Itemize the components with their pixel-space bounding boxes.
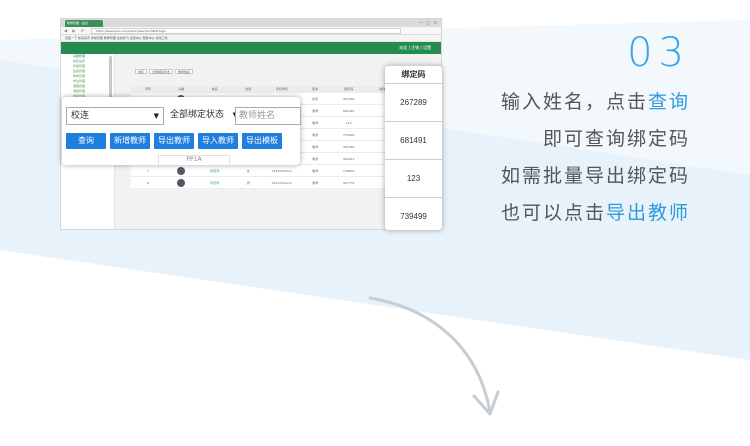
add-teacher-button[interactable]: 新增教师 xyxy=(110,133,150,149)
table-cell-sex: 男 xyxy=(246,181,250,185)
table-cell-duty: 教务 xyxy=(312,133,319,137)
import-teacher-button[interactable]: 导入教师 xyxy=(198,133,238,149)
table-cell-code: 907733 xyxy=(343,181,355,185)
instruction-line-4: 也可以点击导出教师 xyxy=(430,195,690,232)
avatar xyxy=(177,179,186,187)
table-cell-code: 148870 xyxy=(343,169,355,173)
table-cell-no: 8 xyxy=(146,181,149,185)
table-header-cell: 绑定码 xyxy=(344,87,354,91)
query-button[interactable]: 查询 xyxy=(66,133,106,149)
bind-code-header: 绑定码 xyxy=(385,66,442,84)
nav-arrows-icon[interactable]: ◀ ▶ ⟳ xyxy=(64,28,86,33)
table-cell-no: 7 xyxy=(146,169,149,173)
mini-name-input[interactable]: 教师姓名 xyxy=(174,69,193,74)
address-bar: ◀ ▶ ⟳ https://example.com/admin/teacher/… xyxy=(61,27,441,35)
highlight-export-teacher: 导出教师 xyxy=(605,202,690,224)
table-cell-code: 681491 xyxy=(343,109,355,113)
caret-down-icon: ▼ xyxy=(153,112,159,120)
table-cell-code: 562013 xyxy=(343,157,355,161)
step-number: 03 xyxy=(627,30,690,76)
export-template-button[interactable]: 导出模板 xyxy=(242,133,282,149)
bind-status-select[interactable]: 全部绑定状态 ▼ xyxy=(168,107,238,125)
instruction-line-3: 如需批量导出绑定码 xyxy=(500,165,690,187)
avatar-cell xyxy=(165,165,199,176)
table-header-cell: 头像 xyxy=(178,87,185,91)
table-header: 序号 头像 姓名 性别 手机号码 职务 绑定码 操作 xyxy=(131,86,399,93)
table-cell-name: 杨老师 xyxy=(210,169,220,173)
mini-filter-bar: 校区 全部绑定状态 教师姓名 xyxy=(135,69,194,74)
export-teacher-button[interactable]: 导出教师 xyxy=(154,133,194,149)
table-cell-code: 123 xyxy=(345,121,352,125)
browser-tab-bar: 教师管理 - 后台 — ▢ ✕ xyxy=(61,19,441,27)
user-menu[interactable]: 欢迎 | 注销 | 设置 xyxy=(399,45,431,51)
curved-arrow-icon xyxy=(368,296,500,416)
window-controls-icon[interactable]: — ▢ ✕ xyxy=(419,20,438,25)
teacher-name-input[interactable]: 教师姓名 xyxy=(235,107,301,125)
browser-tab[interactable]: 教师管理 - 后台 xyxy=(65,20,103,27)
popup-stub-label: PP1A xyxy=(158,155,230,165)
url-input[interactable]: https://example.com/admin/teacher/list#/… xyxy=(91,28,401,34)
table-cell-duty: 教师 xyxy=(312,145,319,149)
table-cell-duty: 教师 xyxy=(312,121,319,125)
table-cell-duty: 教师 xyxy=(312,181,319,185)
instruction-line-2: 即可查询绑定码 xyxy=(542,128,690,150)
table-header-cell: 手机号码 xyxy=(275,87,288,91)
table-cell-code: 267289 xyxy=(343,97,355,101)
avatar xyxy=(177,167,186,175)
bind-status-select-value: 全部绑定状态 xyxy=(170,110,225,120)
table-header-cell: 性别 xyxy=(245,87,252,91)
instruction-line-1: 输入姓名，点击查询 xyxy=(430,84,690,121)
table-cell-phone: 1301234xxxx xyxy=(271,181,292,185)
table-header-cell: 职务 xyxy=(312,87,319,91)
table-row: 7 杨老师 女 1321234xxxx 教师 148870 xyxy=(131,165,399,177)
table-row: 8 周老师 男 1301234xxxx 教师 907733 xyxy=(131,177,399,189)
action-buttons: 查询 新增教师 导出教师 导入教师 导出模板 xyxy=(66,133,282,149)
highlight-query: 查询 xyxy=(647,91,690,113)
table-header-cell: 姓名 xyxy=(211,87,218,91)
mini-campus-select[interactable]: 校区 xyxy=(135,69,148,74)
table-cell-duty: 教师 xyxy=(312,169,319,173)
filter-popup: 校连 ▼ 全部绑定状态 ▼ 教师姓名 查询 新增教师 导出教师 导入教师 导出模… xyxy=(62,97,301,165)
app-header: 欢迎 | 注销 | 设置 xyxy=(61,42,441,54)
bookmarks-bar[interactable]: 百度一下 新闻资讯 学校管理 教师管理 在线学习 资源中心 帮助中心 常用工具 xyxy=(61,35,441,42)
table-cell-sex: 女 xyxy=(246,169,250,173)
mini-bind-select[interactable]: 全部绑定状态 xyxy=(148,69,173,74)
table-cell-duty: 教务 xyxy=(312,157,319,161)
instruction-text: 输入姓名，点击查询 即可查询绑定码 如需批量导出绑定码 也可以点击导出教师 xyxy=(430,84,690,232)
table-cell-code: 381245 xyxy=(343,145,355,149)
table-cell-code: 739499 xyxy=(343,133,355,137)
table-cell-duty: 教师 xyxy=(312,109,319,113)
table-header-cell: 序号 xyxy=(144,87,151,91)
avatar-cell xyxy=(165,177,199,188)
instruction-text-part: 也可以点击 xyxy=(500,202,606,224)
campus-select-value: 校连 xyxy=(71,111,90,121)
table-cell-phone: 1321234xxxx xyxy=(271,169,292,173)
table-cell-duty: 校长 xyxy=(312,97,319,101)
instruction-text-part: 输入姓名，点击 xyxy=(500,91,648,113)
campus-select[interactable]: 校连 ▼ xyxy=(66,107,164,125)
table-cell-name: 周老师 xyxy=(210,181,220,185)
